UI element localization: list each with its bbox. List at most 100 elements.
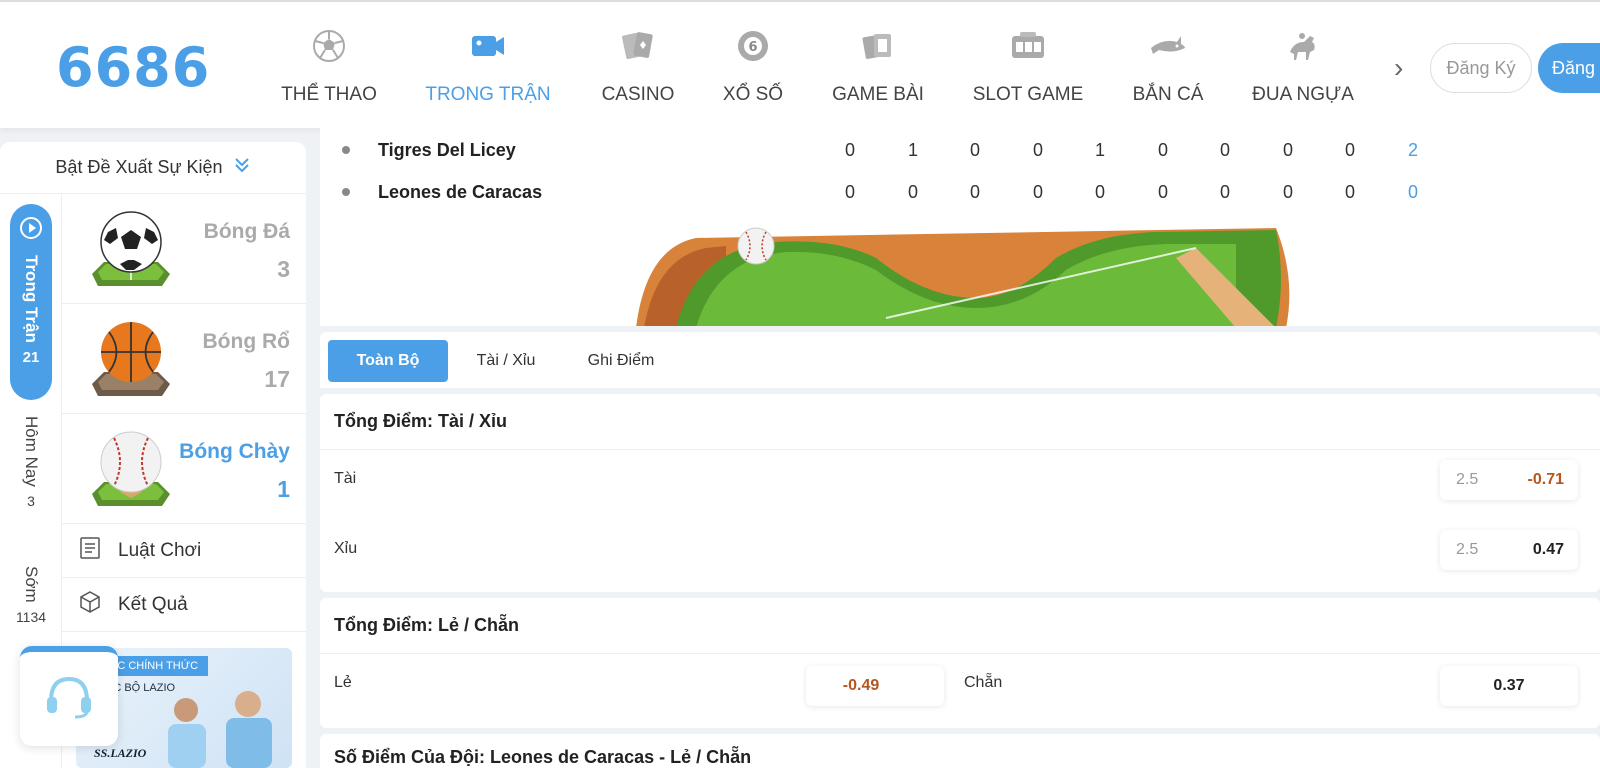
odds-price: -0.49 [842, 677, 880, 694]
nav-label: BẮN CÁ [1132, 84, 1204, 105]
sidebar-link-label: Luật Chơi [118, 539, 202, 561]
nav-live[interactable]: TRONG TRẬN [388, 2, 588, 130]
playing-cards-icon [618, 26, 658, 66]
nav-fishing[interactable]: BẮN CÁ [1118, 2, 1218, 130]
sidebar-link-results[interactable]: Kết Quả [62, 578, 306, 632]
sport-item-soccer[interactable]: Bóng Đá 3 [62, 194, 306, 304]
nav-horse-racing[interactable]: ĐUA NGỰA [1218, 2, 1388, 130]
market-title: Số Điểm Của Đội: Leones de Caracas - Lẻ … [334, 747, 752, 767]
basketball-icon [84, 314, 174, 404]
nav-lottery[interactable]: 6 XỔ SỐ [688, 2, 818, 130]
inning-score: 0 [1219, 139, 1230, 160]
recommend-toggle-label: Bật Đề Xuất Sự Kiện [55, 157, 223, 177]
tab-early[interactable]: Sớm 1134 [10, 566, 52, 625]
inning-score: 0 [1157, 181, 1168, 202]
team-row-home: Tigres Del Licey 0 1 0 0 1 0 0 0 0 2 [320, 130, 1600, 170]
selection-label-even: Chẵn [964, 674, 1003, 691]
svg-text:6: 6 [748, 40, 757, 55]
main-nav: THỂ THAO TRONG TRẬN CASINO 6 XỔ SỐ GAME … [270, 2, 1388, 130]
nav-label: GAME BÀI [832, 84, 924, 105]
chevron-right-icon[interactable]: › [1394, 52, 1403, 84]
soccer-ball-icon [309, 26, 349, 66]
market-row-odd-even: Lẻ -0.49 Chẵn 0.37 [320, 654, 1600, 714]
selection-label-odd: Lẻ [334, 674, 352, 691]
tab-live-count: 21 [22, 348, 40, 366]
inning-score: 0 [969, 181, 980, 202]
tab-today[interactable]: Hôm Nay 3 [10, 416, 52, 509]
nav-label: CASINO [601, 84, 675, 105]
recommend-toggle[interactable]: Bật Đề Xuất Sự Kiện [0, 142, 306, 194]
site-logo[interactable]: 6686 [56, 36, 210, 99]
odds-button[interactable]: 2.5 0.47 [1440, 530, 1578, 570]
play-circle-icon [19, 216, 43, 245]
tab-early-count: 1134 [15, 608, 47, 625]
nav-label: XỔ SỐ [722, 84, 784, 105]
results-box-icon [78, 590, 102, 620]
tab-early-label: Sớm [22, 566, 41, 603]
video-camera-icon [468, 26, 508, 66]
nav-card-games[interactable]: GAME BÀI [818, 2, 938, 130]
login-button[interactable]: Đăng [1538, 43, 1600, 93]
team-dot [342, 146, 350, 154]
tab-today-count: 3 [27, 492, 35, 509]
inning-score: 1 [1094, 139, 1105, 160]
sport-item-baseball[interactable]: Bóng Chày 1 [62, 414, 306, 524]
tab-today-label: Hôm Nay [22, 416, 41, 487]
tab-live[interactable]: Trong Trận 21 [10, 204, 52, 400]
nav-sports[interactable]: THỂ THAO [270, 2, 388, 130]
nav-slot-game[interactable]: SLOT GAME [938, 2, 1118, 130]
selection-label: Tài [334, 470, 357, 487]
soccer-ball-icon [84, 204, 174, 294]
inning-score: 0 [969, 139, 980, 160]
odds-button[interactable]: 2.5 -0.71 [1440, 460, 1578, 500]
team-dot [342, 188, 350, 196]
nav-casino[interactable]: CASINO [588, 2, 688, 130]
horse-racing-icon [1283, 26, 1323, 66]
inning-score: 0 [1344, 139, 1355, 160]
market-total-over-under: Tổng Điểm: Tài / Xỉu Tài 2.5 -0.71 Xỉu 2… [320, 394, 1600, 592]
market-row-under: Xỉu 2.5 0.47 [320, 520, 1600, 580]
top-header: 6686 THỂ THAO TRONG TRẬN CASINO 6 XỔ SỐ [0, 0, 1600, 128]
inning-score: 0 [1157, 139, 1168, 160]
banner-logo-text: SS.LAZIO [94, 746, 147, 760]
market-row-over: Tài 2.5 -0.71 [320, 450, 1600, 510]
market-title: Tổng Điểm: Tài / Xỉu [320, 394, 1600, 450]
inning-score: 0 [1094, 181, 1105, 202]
inning-score: 0 [1282, 139, 1293, 160]
team-name: Leones de Caracas [378, 181, 543, 202]
odds-button-even[interactable]: 0.37 [1440, 666, 1578, 706]
tab-over-under[interactable]: Tài / Xỉu [454, 340, 558, 382]
sport-name: Bóng Đá [203, 220, 290, 243]
tab-all[interactable]: Toàn Bộ [328, 340, 448, 382]
inning-score: 0 [1032, 139, 1043, 160]
total-score: 0 [1407, 181, 1418, 202]
headset-icon [43, 673, 95, 726]
sidebar-link-label: Kết Quả [118, 593, 188, 615]
register-button[interactable]: Đăng Ký [1430, 43, 1532, 93]
total-score: 2 [1407, 139, 1418, 160]
sidebar-link-rules[interactable]: Luật Chơi [62, 524, 306, 578]
sport-item-basketball[interactable]: Bóng Rổ 17 [62, 304, 306, 414]
team-name: Tigres Del Licey [378, 139, 516, 160]
sport-name: Bóng Rổ [202, 330, 290, 353]
scoreboard: Tigres Del Licey 0 1 0 0 1 0 0 0 0 2 Leo… [320, 128, 1600, 326]
inning-score: 0 [844, 139, 855, 160]
handicap-line: 2.5 [1456, 541, 1479, 558]
sport-count: 1 [277, 476, 290, 502]
market-title: Tổng Điểm: Lẻ / Chẵn [320, 598, 1600, 654]
inning-score: 0 [1219, 181, 1230, 202]
tab-scoring[interactable]: Ghi Điểm [566, 340, 676, 382]
double-chevron-down-icon [233, 156, 251, 179]
market-tabs: Toàn Bộ Tài / Xỉu Ghi Điểm [320, 332, 1600, 388]
nav-label: SLOT GAME [972, 84, 1084, 105]
odds-button-odd[interactable]: -0.49 [806, 666, 944, 706]
customer-support-button[interactable] [20, 646, 118, 746]
market-total-odd-even: Tổng Điểm: Lẻ / Chẵn Lẻ -0.49 Chẵn 0.37 [320, 598, 1600, 728]
inning-score: 1 [907, 139, 918, 160]
card-game-icon [858, 26, 898, 66]
sport-name: Bóng Chày [179, 440, 290, 463]
inning-score: 0 [1344, 181, 1355, 202]
team-row-away: Leones de Caracas 0 0 0 0 0 0 0 0 0 0 [320, 172, 1600, 212]
banner-players-image [168, 691, 272, 768]
odds-price: 0.47 [1532, 541, 1564, 558]
